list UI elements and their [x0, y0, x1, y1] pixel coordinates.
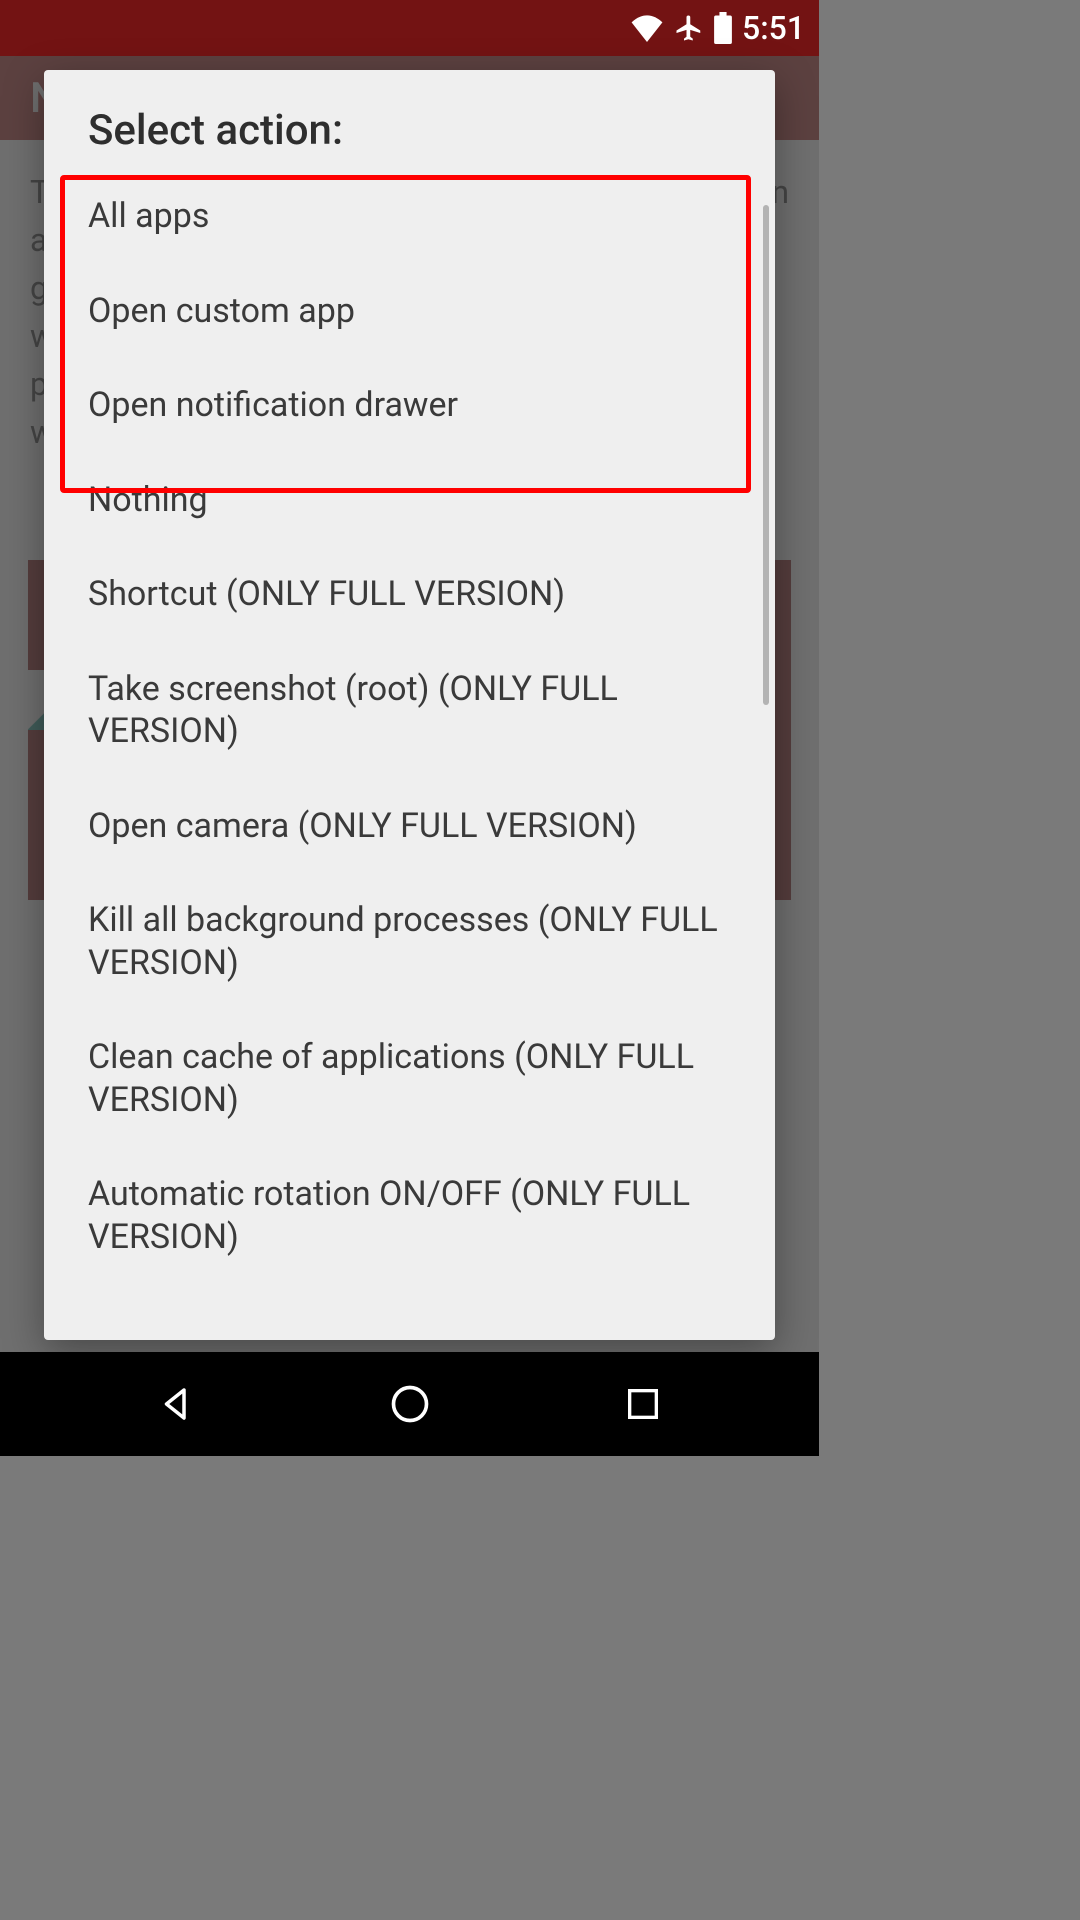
action-item-clean-cache[interactable]: Clean cache of applications (ONLY FULL V…	[56, 1010, 763, 1147]
wifi-icon	[630, 14, 664, 42]
action-item-open-notification-drawer[interactable]: Open notification drawer	[56, 358, 763, 453]
list-item-label: Automatic rotation ON/OFF (ONLY FULL VER…	[88, 1174, 690, 1257]
list-item-label: Open custom app	[88, 291, 355, 331]
status-time: 5:51	[742, 9, 805, 47]
status-bar: 5:51	[0, 0, 819, 56]
list-item-label: Kill all background processes (ONLY FULL…	[88, 900, 718, 983]
nav-back-button[interactable]	[147, 1374, 207, 1434]
list-item-label: Open camera (ONLY FULL VERSION)	[88, 806, 637, 846]
action-item-take-screenshot[interactable]: Take screenshot (root) (ONLY FULL VERSIO…	[56, 642, 763, 779]
dialog-list[interactable]: All apps Open custom app Open notificati…	[44, 165, 775, 1340]
action-item-shortcut[interactable]: Shortcut (ONLY FULL VERSION)	[56, 547, 763, 642]
nav-recent-button[interactable]	[613, 1374, 673, 1434]
action-item-auto-rotation[interactable]: Automatic rotation ON/OFF (ONLY FULL VER…	[56, 1147, 763, 1284]
action-item-open-camera[interactable]: Open camera (ONLY FULL VERSION)	[56, 779, 763, 874]
list-item-label: Clean cache of applications (ONLY FULL V…	[88, 1037, 694, 1120]
action-item-open-custom-app[interactable]: Open custom app	[56, 264, 763, 359]
list-item-label: All apps	[88, 196, 209, 236]
nav-home-button[interactable]	[380, 1374, 440, 1434]
list-item-label: Nothing	[88, 480, 208, 520]
battery-icon	[714, 12, 732, 44]
list-item-label: Take screenshot (root) (ONLY FULL VERSIO…	[88, 669, 618, 752]
airplane-icon	[674, 13, 704, 43]
action-item-kill-background[interactable]: Kill all background processes (ONLY FULL…	[56, 873, 763, 1010]
navigation-bar	[0, 1352, 819, 1456]
select-action-dialog: Select action: All apps Open custom app …	[44, 70, 775, 1340]
action-item-nothing[interactable]: Nothing	[56, 453, 763, 548]
list-item-label: Shortcut (ONLY FULL VERSION)	[88, 574, 565, 614]
dialog-title: Select action:	[44, 70, 775, 165]
scrollbar-thumb[interactable]	[763, 205, 769, 705]
action-item-all-apps[interactable]: All apps	[56, 169, 763, 264]
list-item-label: Open notification drawer	[88, 385, 458, 425]
